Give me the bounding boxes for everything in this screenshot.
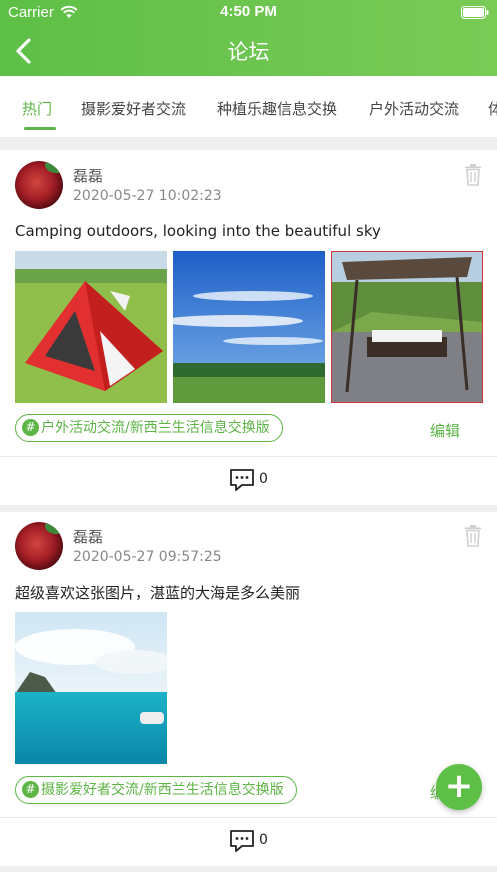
avatar	[15, 522, 63, 570]
header: Carrier 4:50 PM 论坛	[0, 0, 497, 76]
post-card-partial	[0, 872, 497, 883]
hashtag-icon: #	[22, 418, 39, 436]
tab-hot[interactable]: 热门	[22, 98, 52, 119]
category-tabs: 热门 摄影爱好者交流 种植乐趣信息交换 户外活动交流 体	[0, 76, 497, 137]
post-image-tent[interactable]	[15, 251, 167, 403]
comment-button[interactable]: 0	[229, 468, 289, 494]
page-title: 论坛	[227, 40, 270, 64]
tab-outdoor[interactable]: 户外活动交流	[369, 98, 459, 119]
nav-bar: 论坛	[0, 26, 497, 76]
post-card: 磊磊 2020-05-27 10:02:23 Camping outdoors,…	[0, 150, 497, 505]
trash-icon[interactable]	[462, 524, 484, 548]
active-tab-indicator	[24, 127, 56, 130]
post-card: 磊磊 2020-05-27 09:57:25 超级喜欢这张图片，湛蓝的大海是多么…	[0, 512, 497, 866]
post-tag-label: 户外活动交流/新西兰生活信息交换版	[41, 420, 270, 436]
post-tag[interactable]: # 摄影爱好者交流/新西兰生活信息交换版	[15, 776, 297, 804]
comment-count: 0	[259, 471, 268, 487]
post-image-swing[interactable]	[331, 251, 483, 403]
tab-photography[interactable]: 摄影爱好者交流	[81, 98, 186, 119]
status-bar: Carrier 4:50 PM	[0, 0, 497, 26]
divider	[0, 456, 497, 457]
comment-icon	[230, 830, 254, 852]
comment-button[interactable]: 0	[229, 829, 289, 855]
divider	[0, 817, 497, 818]
post-date: 2020-05-27 10:02:23	[73, 188, 222, 204]
post-image-sea[interactable]	[15, 612, 167, 764]
trash-icon[interactable]	[462, 163, 484, 187]
post-tag-label: 摄影爱好者交流/新西兰生活信息交换版	[41, 782, 284, 798]
post-image-sky[interactable]	[173, 251, 325, 403]
post-content: Camping outdoors, looking into the beaut…	[15, 222, 381, 240]
comment-icon	[230, 469, 254, 491]
clock: 4:50 PM	[220, 3, 277, 20]
edit-button[interactable]: 编辑	[430, 420, 460, 441]
post-date: 2020-05-27 09:57:25	[73, 549, 222, 565]
avatar	[15, 161, 63, 209]
post-author: 磊磊	[73, 167, 104, 185]
tab-more[interactable]: 体	[488, 98, 497, 119]
add-post-button[interactable]: +	[436, 764, 482, 810]
post-content: 超级喜欢这张图片，湛蓝的大海是多么美丽	[15, 584, 301, 602]
post-author: 磊磊	[73, 528, 104, 546]
post-tag[interactable]: # 户外活动交流/新西兰生活信息交换版	[15, 414, 283, 442]
hashtag-icon: #	[22, 780, 39, 798]
battery-icon	[461, 6, 489, 19]
tab-planting[interactable]: 种植乐趣信息交换	[217, 98, 337, 119]
comment-count: 0	[259, 832, 268, 848]
